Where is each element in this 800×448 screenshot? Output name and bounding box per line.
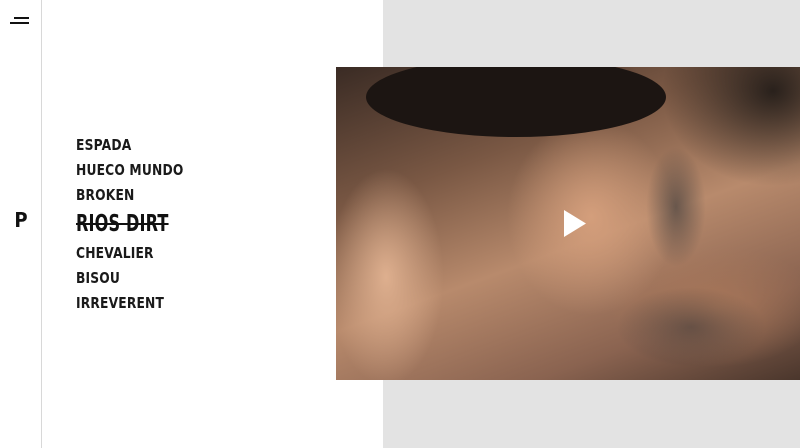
hamburger-menu-icon[interactable] (10, 14, 32, 28)
track-list: ESPADA HUECO MUNDO BROKEN RIOS DIRT CHEV… (76, 133, 208, 316)
track-item-chevalier[interactable]: CHEVALIER (76, 241, 184, 266)
track-item-espada[interactable]: ESPADA (76, 133, 184, 158)
logo[interactable]: P (13, 207, 29, 233)
track-item-hueco-mundo[interactable]: HUECO MUNDO (76, 158, 184, 183)
track-item-broken[interactable]: BROKEN (76, 183, 184, 208)
track-item-bisou[interactable]: BISOU (76, 266, 184, 291)
video-player[interactable] (336, 67, 800, 380)
track-item-irreverent[interactable]: IRREVERENT (76, 291, 184, 316)
play-icon[interactable] (564, 210, 586, 237)
track-item-rios-dirt[interactable]: RIOS DIRT (76, 207, 169, 241)
sidebar: P (0, 0, 42, 448)
video-image-area (366, 67, 666, 137)
